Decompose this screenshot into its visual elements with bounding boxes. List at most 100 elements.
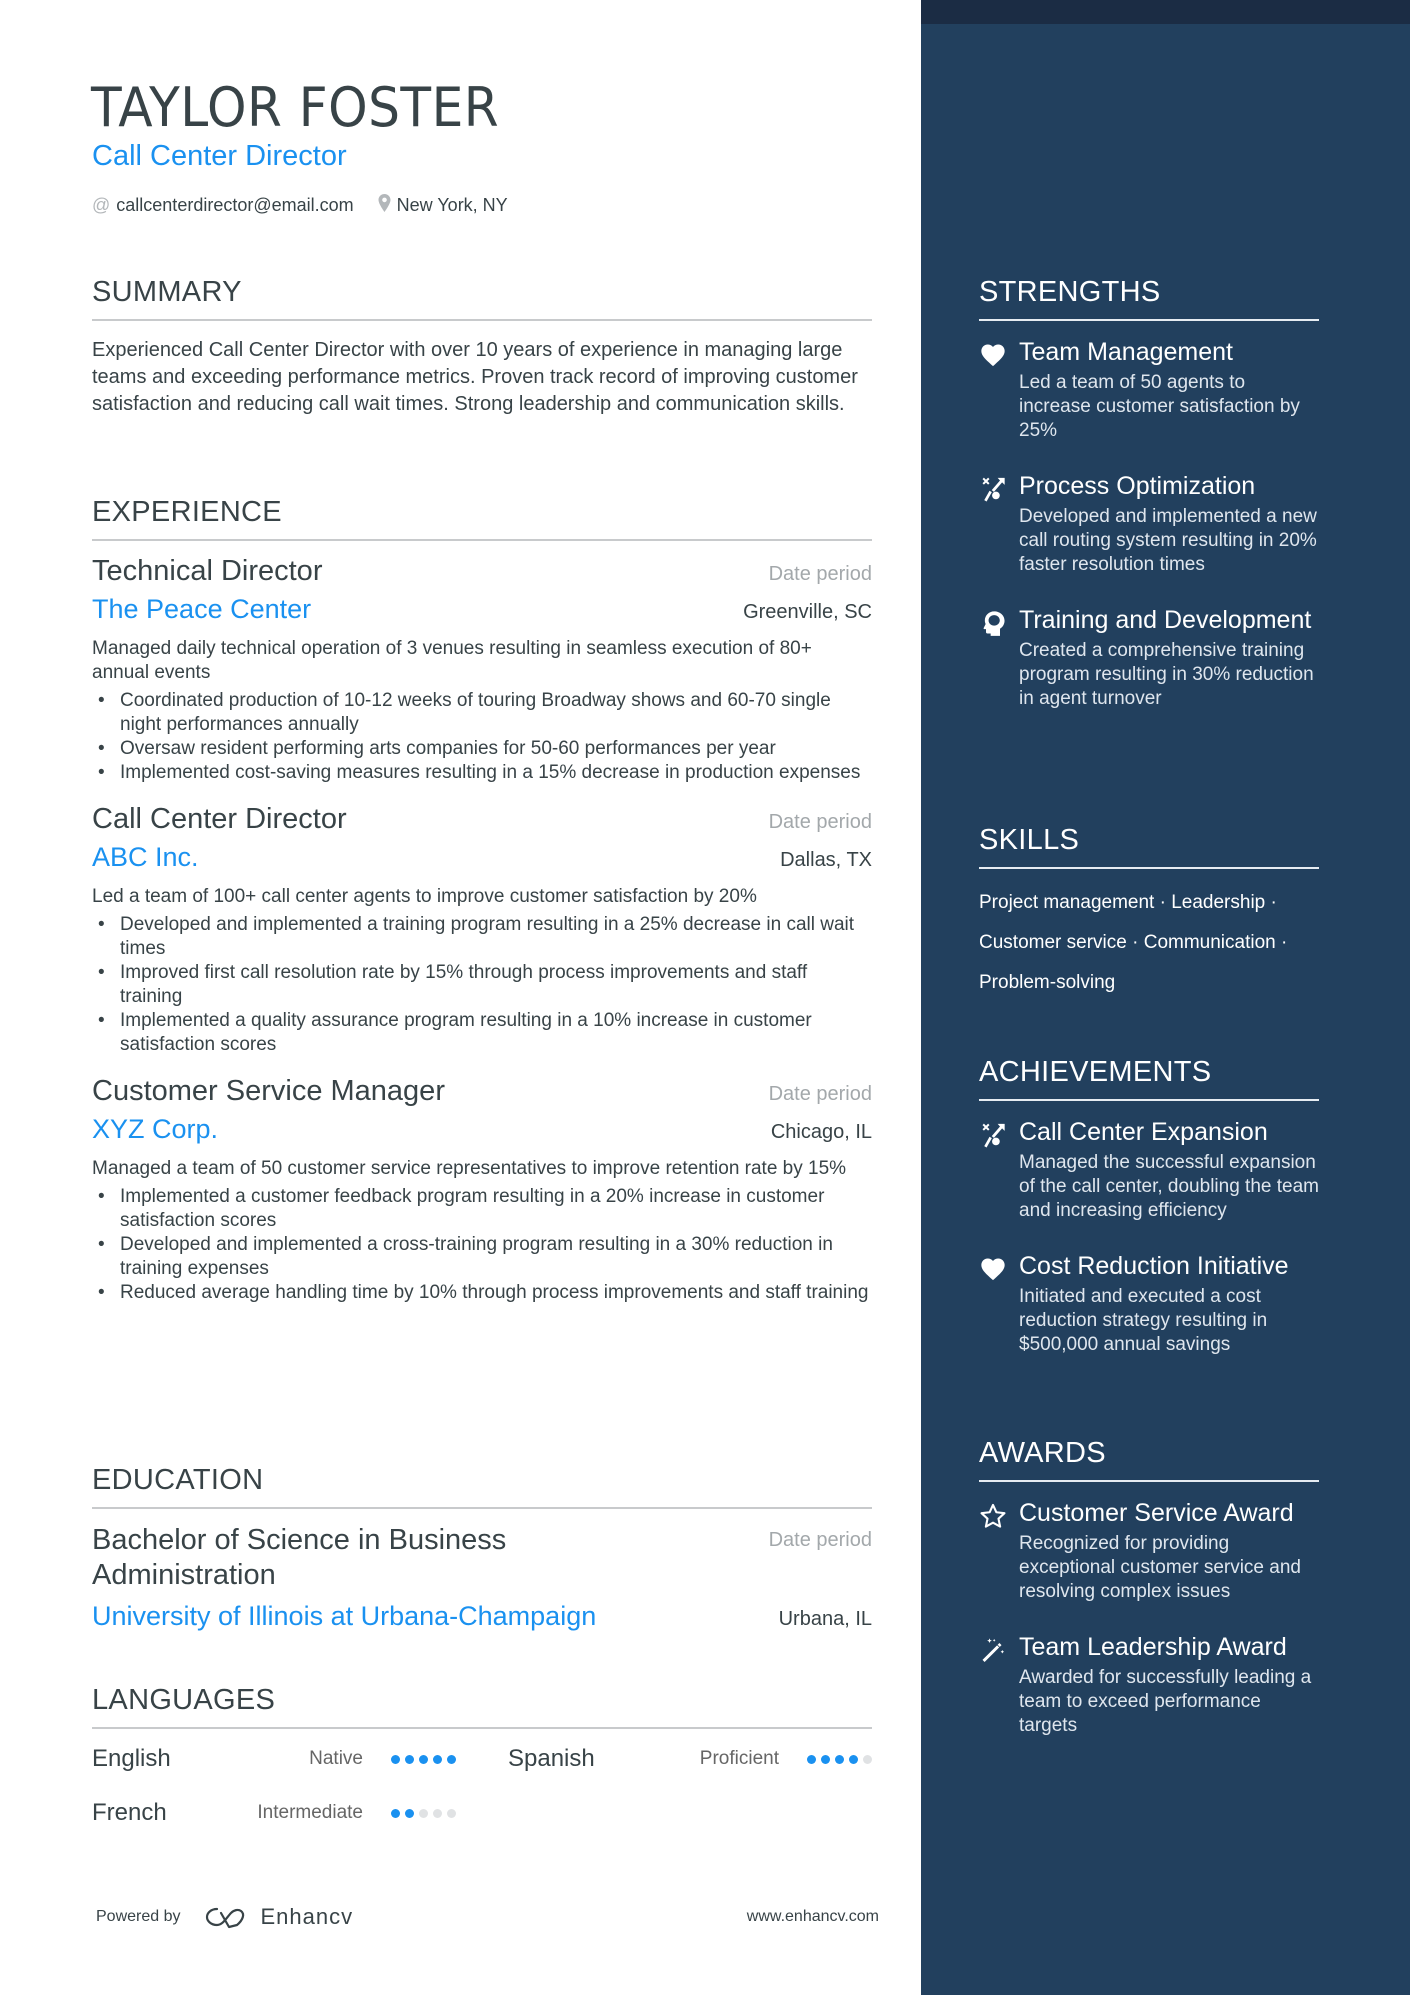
rating-dot-filled <box>821 1754 830 1764</box>
awards-item: Customer Service Award Recognized for pro… <box>979 1498 1319 1604</box>
website-link[interactable]: www.enhancv.com <box>747 1908 879 1926</box>
star-icon <box>979 1498 1019 1604</box>
job-date: Date period <box>768 563 872 585</box>
strengths-item: Process Optimization Developed and implem… <box>979 471 1319 577</box>
job-entry: Technical Director Date period The Peace … <box>92 555 872 785</box>
skill-separator: · <box>1265 892 1277 913</box>
summary-text: Experienced Call Center Director with ov… <box>92 339 858 415</box>
sidebar-top-strip <box>921 0 1410 24</box>
strengths-item-title: Training and Development <box>1019 606 1312 634</box>
language-item: Spanish Proficient <box>508 1745 872 1773</box>
awards-item-description: Awarded for successfully leading a team … <box>1019 1667 1312 1736</box>
skills-section: SKILLS Project management · Leadership ·… <box>979 824 1319 1003</box>
strengths-item-description: Created a comprehensive training program… <box>1019 640 1314 709</box>
job-bullet: Coordinated production of 10-12 weeks of… <box>92 689 872 737</box>
awards-item: Team Leadership Award Awarded for success… <box>979 1632 1319 1738</box>
job-bullet: Developed and implemented a cross-traini… <box>92 1233 872 1281</box>
job-entry: Customer Service Manager Date period XYZ … <box>92 1075 872 1305</box>
section-title-education: EDUCATION <box>92 1464 872 1509</box>
enhancv-logo[interactable]: Enhancv <box>203 1904 354 1930</box>
job-entry: Call Center Director Date period ABC Inc.… <box>92 803 872 1057</box>
strengths-item: Training and Development Created a compre… <box>979 605 1319 711</box>
skill-separator: · <box>1275 932 1288 953</box>
language-item: English Native <box>92 1745 456 1773</box>
achievements-section: ACHIEVEMENTS Call Center Expansion Manage… <box>979 1056 1319 1357</box>
section-title-languages: LANGUAGES <box>92 1684 872 1729</box>
rating-dot-empty <box>419 1808 428 1818</box>
job-location: Greenville, SC <box>743 601 872 623</box>
job-location: Dallas, TX <box>780 849 872 871</box>
awards-section: AWARDS Customer Service Award Recognized … <box>979 1437 1319 1738</box>
section-title-experience: EXPERIENCE <box>92 496 872 541</box>
rating-dot-filled <box>447 1754 456 1764</box>
section-title-awards: AWARDS <box>979 1437 1319 1482</box>
language-name: English <box>92 1745 171 1772</box>
rating-dot-filled <box>391 1808 400 1818</box>
powered-by-label: Powered by <box>96 1908 181 1925</box>
achievements-item-description: Initiated and executed a cost reduction … <box>1019 1286 1268 1355</box>
language-rating <box>807 1754 872 1764</box>
job-title: Customer Service Manager <box>92 1075 445 1107</box>
skill-tag: Customer service <box>979 932 1127 953</box>
rating-dot-filled <box>391 1754 400 1764</box>
awards-item-title: Team Leadership Award <box>1019 1633 1287 1661</box>
skills-list: Project management · Leadership · Custom… <box>979 883 1319 1003</box>
enhancv-logo-icon <box>205 1907 244 1929</box>
section-title-achievements: ACHIEVEMENTS <box>979 1056 1319 1101</box>
language-name: Spanish <box>508 1745 595 1772</box>
section-title-summary: SUMMARY <box>92 276 872 321</box>
achievements-item-description: Managed the successful expansion of the … <box>1019 1152 1319 1221</box>
job-company: The Peace Center <box>92 594 312 624</box>
skill-tag: Leadership <box>1171 892 1266 913</box>
skill-separator: · <box>1154 892 1172 913</box>
language-level: Proficient <box>699 1748 779 1769</box>
achievements-item: Cost Reduction Initiative Initiated and e… <box>979 1251 1319 1357</box>
rating-dot-filled <box>405 1808 414 1818</box>
achievements-item-title: Cost Reduction Initiative <box>1019 1252 1289 1280</box>
job-title: Technical Director <box>92 555 323 587</box>
job-description: Managed a team of 50 customer service re… <box>92 1158 847 1179</box>
job-bullet: Reduced average handling time by 10% thr… <box>92 1281 872 1305</box>
map-pin-icon <box>378 194 391 217</box>
education-school: University of Illinois at Urbana-Champai… <box>92 1601 597 1631</box>
head-icon <box>979 605 1019 711</box>
language-level: Native <box>309 1748 363 1769</box>
rating-dot-filled <box>849 1754 858 1764</box>
skill-separator: · <box>1126 932 1144 953</box>
job-bullet: Improved first call resolution rate by 1… <box>92 961 872 1009</box>
languages-section: LANGUAGES English Native Spanish Proficient… <box>92 1684 872 1827</box>
education-date: Date period <box>768 1529 872 1551</box>
strengths-item-description: Developed and implemented a new call rou… <box>1019 506 1317 575</box>
education-location: Urbana, IL <box>778 1608 872 1630</box>
job-bullets: Implemented a customer feedback program … <box>92 1185 872 1305</box>
summary-section: SUMMARY Experienced Call Center Director… <box>92 276 872 418</box>
at-icon: @ <box>92 195 111 215</box>
language-name: French <box>92 1799 167 1826</box>
language-rating <box>391 1754 456 1764</box>
job-bullet: Implemented a quality assurance program … <box>92 1009 872 1057</box>
location-item: New York, NY <box>378 194 508 217</box>
heart-icon <box>979 337 1019 443</box>
experience-section: EXPERIENCE Technical Director Date period… <box>92 496 872 1305</box>
candidate-name: TAYLOR FOSTER <box>91 76 500 139</box>
job-location: Chicago, IL <box>770 1121 872 1143</box>
achievements-item: Call Center Expansion Managed the success… <box>979 1117 1319 1223</box>
job-bullet: Implemented cost-saving measures resulti… <box>92 761 872 785</box>
strengths-item-title: Process Optimization <box>1019 472 1256 500</box>
job-description: Managed daily technical operation of 3 v… <box>92 638 812 683</box>
rating-dot-filled <box>433 1754 442 1764</box>
main-column: TAYLOR FOSTER Call Center Director @ cal… <box>0 0 921 1995</box>
achievements-item-title: Call Center Expansion <box>1019 1118 1268 1146</box>
education-degree: Bachelor of Science in Business Administ… <box>92 1524 507 1591</box>
job-title: Call Center Director <box>92 803 347 835</box>
languages-list: English Native Spanish Proficient French Inte… <box>92 1745 872 1827</box>
email-text: callcenterdirector@email.com <box>116 195 354 215</box>
email-item[interactable]: @ callcenterdirector@email.com <box>92 195 354 216</box>
job-description: Led a team of 100+ call center agents to… <box>92 886 757 907</box>
strengths-item-description: Led a team of 50 agents to increase cust… <box>1019 372 1300 441</box>
awards-item-description: Recognized for providing exceptional cus… <box>1019 1533 1301 1602</box>
strengths-item-title: Team Management <box>1019 338 1234 366</box>
job-bullets: Developed and implemented a training pro… <box>92 913 872 1057</box>
section-title-strengths: STRENGTHS <box>979 276 1319 321</box>
job-bullet: Implemented a customer feedback program … <box>92 1185 872 1233</box>
